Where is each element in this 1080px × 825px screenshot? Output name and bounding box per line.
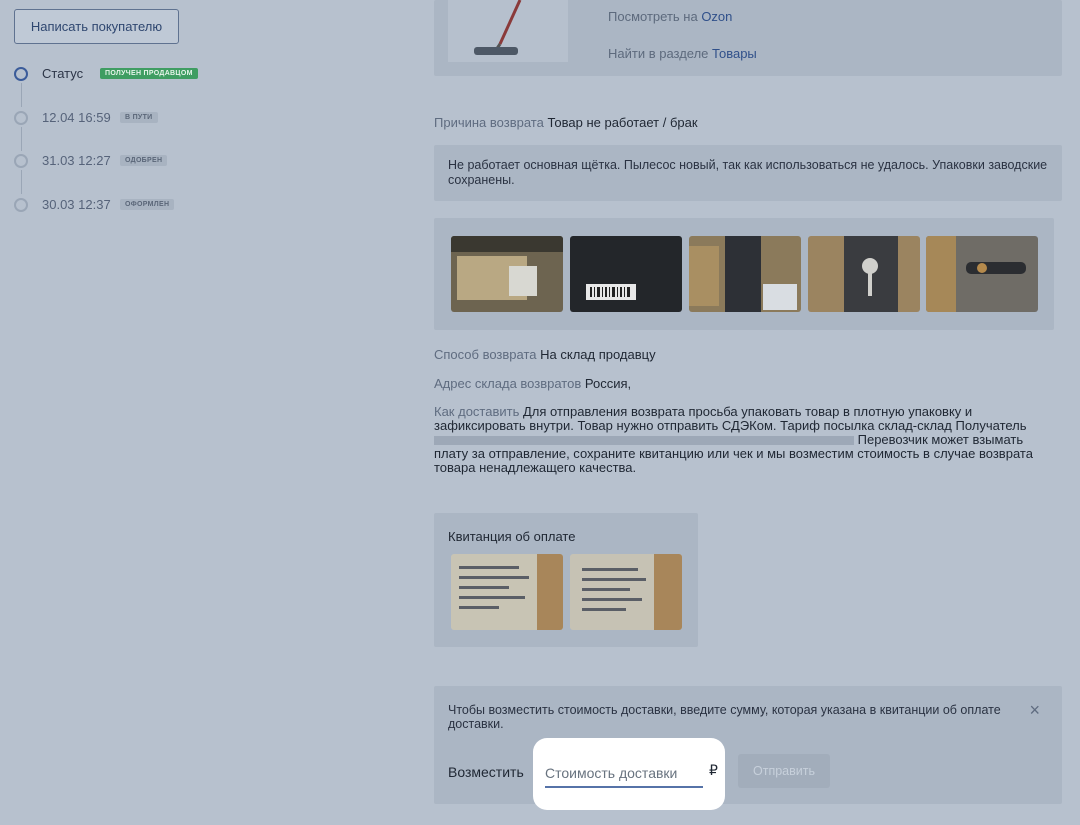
delivery-instructions: Как доставить Для отправления возврата п… xyxy=(434,404,1033,475)
timeline-connector xyxy=(20,126,22,151)
timeline-item: 12.04 16:59 В ПУТИ xyxy=(14,106,334,151)
photo-thumbnail[interactable] xyxy=(808,236,920,312)
product-links: Посмотреть на Ozon Найти в разделе Товар… xyxy=(608,9,757,83)
status-badge: ПОЛУЧЕН ПРОДАВЦОМ xyxy=(100,68,198,79)
status-timeline: Статус ПОЛУЧЕН ПРОДАВЦОМ 12.04 16:59 В П… xyxy=(14,62,334,236)
buyer-comment: Не работает основная щётка. Пылесос новы… xyxy=(434,145,1062,201)
timeline-dot-icon xyxy=(14,154,28,168)
return-reason: Причина возврата Товар не работает / бра… xyxy=(434,115,698,130)
warehouse-address: Адрес склада возвратов Россия, xyxy=(434,376,632,391)
timeline-label: Статус xyxy=(42,66,84,81)
timeline-dot-icon xyxy=(14,67,28,81)
close-icon[interactable]: × xyxy=(1029,700,1040,721)
product-card: Посмотреть на Ozon Найти в разделе Товар… xyxy=(434,0,1062,76)
ozon-link[interactable]: Ozon xyxy=(701,9,732,24)
photo-thumbnail[interactable] xyxy=(689,236,801,312)
status-badge: ОДОБРЕН xyxy=(120,155,168,166)
find-in-section: Найти в разделе Товары xyxy=(608,46,757,61)
timeline-item: Статус ПОЛУЧЕН ПРОДАВЦОМ xyxy=(14,62,334,107)
return-method: Способ возврата На склад продавцу xyxy=(434,347,656,362)
photo-thumbnail[interactable] xyxy=(451,236,563,312)
currency-symbol: ₽ xyxy=(709,762,718,778)
status-badge: В ПУТИ xyxy=(120,111,158,123)
product-image[interactable] xyxy=(448,0,568,62)
receipt-title: Квитанция об оплате xyxy=(448,529,576,544)
receipt-thumbnail[interactable] xyxy=(451,554,563,630)
return-photos xyxy=(434,218,1054,330)
receipt-section: Квитанция об оплате xyxy=(434,513,698,647)
compensation-label: Возместить xyxy=(448,764,524,780)
photo-thumbnail[interactable] xyxy=(570,236,682,312)
timeline-connector xyxy=(20,83,22,107)
timeline-label: 30.03 12:37 xyxy=(42,196,111,212)
timeline-label: 31.03 12:27 xyxy=(42,153,111,168)
photo-thumbnail[interactable] xyxy=(926,236,1038,312)
timeline-dot-icon xyxy=(14,110,28,125)
status-badge: ОФОРМЛЕН xyxy=(120,198,175,210)
write-to-buyer-button[interactable]: Написать покупателю xyxy=(14,9,179,44)
redacted-text xyxy=(434,436,854,446)
compensation-panel: Чтобы возместить стоимость доставки, вве… xyxy=(434,686,1062,804)
receipt-thumbnail[interactable] xyxy=(570,554,682,630)
timeline-dot-icon xyxy=(14,197,28,212)
delivery-cost-input[interactable] xyxy=(545,760,703,788)
compensation-info: Чтобы возместить стоимость доставки, вве… xyxy=(448,703,1001,731)
timeline-connector xyxy=(20,170,22,194)
products-link[interactable]: Товары xyxy=(712,46,757,61)
timeline-label: 12.04 16:59 xyxy=(42,109,111,125)
delivery-cost-field: ₽ xyxy=(533,738,725,810)
send-button[interactable]: Отправить xyxy=(738,754,830,788)
timeline-item: 31.03 12:27 ОДОБРЕН xyxy=(14,149,334,194)
timeline-item: 30.03 12:37 ОФОРМЛЕН xyxy=(14,193,334,237)
view-on-ozon: Посмотреть на Ozon xyxy=(608,9,733,24)
